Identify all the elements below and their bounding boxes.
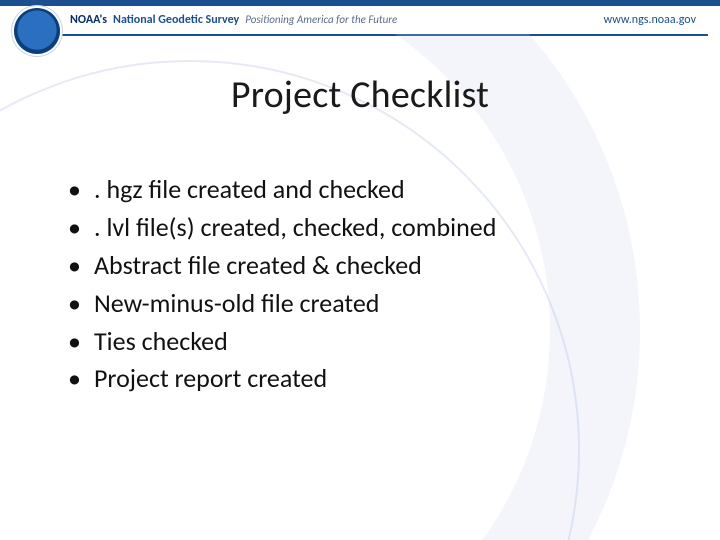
list-item: . lvl file(s) created, checked, combined <box>68 210 680 246</box>
noaa-logo-icon <box>14 8 60 54</box>
checklist: . hgz file created and checked . lvl fil… <box>40 172 680 397</box>
list-item: Project report created <box>68 361 680 397</box>
header-left: NOAA's National Geodetic Survey Position… <box>70 13 397 27</box>
slide-body: Project Checklist . hgz file created and… <box>0 36 720 397</box>
brand-noaa: NOAA's <box>70 13 107 27</box>
brand-ngs: National Geodetic Survey <box>113 13 239 27</box>
list-item: Ties checked <box>68 324 680 360</box>
header-url: www.ngs.noaa.gov <box>604 13 696 27</box>
list-item: . hgz file created and checked <box>68 172 680 208</box>
list-item: New-minus-old file created <box>68 286 680 322</box>
brand-tagline: Positioning America for the Future <box>245 13 397 26</box>
list-item: Abstract file created & checked <box>68 248 680 284</box>
slide-title: Project Checklist <box>40 72 680 118</box>
header-bar: NOAA's National Geodetic Survey Position… <box>0 0 720 34</box>
